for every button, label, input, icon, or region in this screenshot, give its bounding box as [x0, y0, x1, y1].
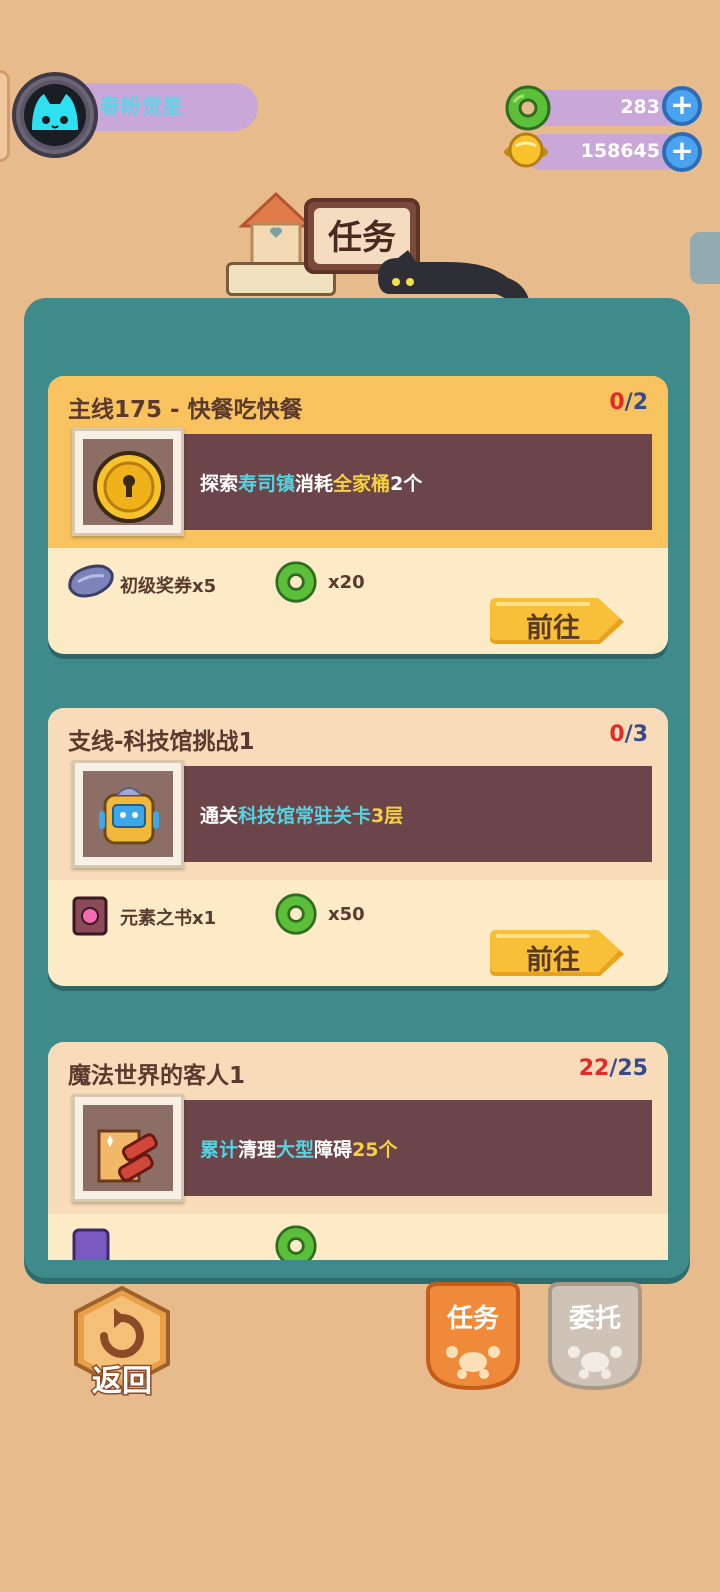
reward-label: x20: [328, 572, 365, 593]
purple-card-icon: [72, 1228, 110, 1260]
side-tab[interactable]: [0, 70, 10, 162]
green-donut-icon: [275, 1225, 317, 1260]
reward-label: x50: [328, 904, 365, 925]
task-card-main: 主线175 - 快餐吃快餐 0/2 探索寿司镇消耗全家桶2个 初级奖券x5 x2…: [48, 376, 668, 654]
add-donut-button[interactable]: +: [662, 86, 702, 126]
task-description: 通关科技馆常驻关卡3层: [200, 805, 404, 827]
add-coin-button[interactable]: +: [662, 132, 702, 172]
go-button[interactable]: 前往: [488, 596, 628, 648]
robot-icon: [99, 787, 159, 845]
gold-coin-icon: [502, 128, 550, 176]
element-book-icon: [72, 896, 108, 936]
side-menu-icon[interactable]: [690, 232, 720, 284]
task-title: 支线-科技馆挑战1: [68, 729, 255, 755]
task-thumbnail: [72, 760, 184, 868]
back-label: 返回: [91, 1363, 154, 1401]
currency-coin-value: 158645: [580, 140, 660, 162]
task-description: 累计清理大型障碍25个: [200, 1139, 398, 1161]
task-title: 魔法世界的客人1: [68, 1063, 246, 1089]
commission-tab-label: 委托: [568, 1304, 621, 1334]
green-donut-icon: [275, 893, 317, 935]
task-description: 探索寿司镇消耗全家桶2个: [200, 473, 423, 495]
currency-donut-value: 283: [620, 96, 660, 118]
profile-name: 春盼觉星: [100, 94, 184, 118]
ticket-icon: [68, 564, 114, 598]
green-donut-icon: [275, 561, 317, 603]
task-progress: 0/2: [609, 390, 648, 415]
reward-label: 元素之书x1: [120, 908, 217, 929]
green-donut-icon: [504, 84, 552, 132]
task-progress: 22/25: [578, 1056, 648, 1081]
task-thumbnail: [72, 1094, 184, 1202]
task-card-side: 支线-科技馆挑战1 0/3 通关科技馆常驻关卡3层 元素之书x1 x50 前往: [48, 708, 668, 986]
cat-avatar-icon: [24, 84, 86, 146]
cleaning-tool-icon: [97, 1129, 158, 1183]
task-title: 主线175 - 快餐吃快餐: [68, 397, 303, 423]
task-card-event: 魔法世界的客人1 22/25 累计清理大型障碍25个: [48, 1042, 668, 1260]
task-list[interactable]: 主线175 - 快餐吃快餐 0/2 探索寿司镇消耗全家桶2个 初级奖券x5 x2…: [24, 298, 690, 1260]
go-button[interactable]: 前往: [488, 928, 628, 980]
task-thumbnail: [72, 428, 184, 536]
golden-coin-lock-icon: [93, 451, 165, 523]
reward-label: 初级奖券x5: [120, 576, 217, 597]
task-progress: 0/3: [609, 722, 648, 747]
tasks-tab-label: 任务: [446, 1304, 499, 1334]
